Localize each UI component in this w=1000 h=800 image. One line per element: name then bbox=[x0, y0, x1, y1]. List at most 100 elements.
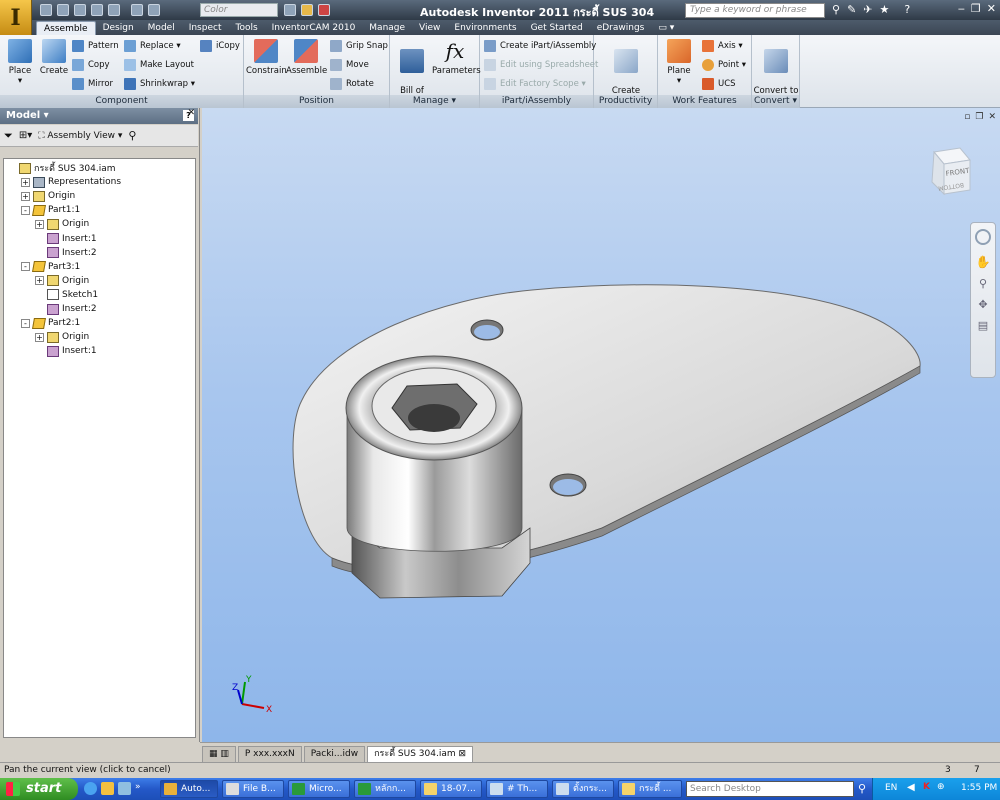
tree-node[interactable]: Sketch1 bbox=[35, 288, 98, 302]
tree-node[interactable]: - Part3:1 bbox=[21, 260, 80, 274]
application-menu-button[interactable]: I bbox=[0, 0, 32, 36]
mirror-button[interactable]: Mirror bbox=[72, 76, 113, 92]
orbit-icon[interactable]: ✥ bbox=[971, 298, 995, 311]
pan-icon[interactable]: ✋ bbox=[971, 255, 995, 269]
start-button[interactable]: start bbox=[0, 778, 78, 800]
close-icon[interactable]: ✕ bbox=[987, 2, 996, 15]
graphics-viewport[interactable]: ▫ ❐ ✕ FRONT BOTTOM ✋ ⚲ ✥ ▤ X Y Z bbox=[202, 108, 1000, 742]
media-icon[interactable] bbox=[118, 782, 131, 795]
shrinkwrap-button[interactable]: Shrinkwrap ▾ bbox=[124, 76, 195, 92]
tab-manage[interactable]: Manage bbox=[362, 21, 412, 35]
ucs-button[interactable]: UCS bbox=[702, 76, 736, 92]
taskbar-item-inventor[interactable]: Auto... bbox=[160, 780, 218, 798]
manage-panel-label[interactable]: Manage ▾ bbox=[390, 95, 479, 108]
tree-node[interactable]: + Origin bbox=[35, 274, 89, 288]
grip-snap-button[interactable]: Grip Snap bbox=[330, 38, 388, 54]
taskbar-item-folder-2[interactable]: กระดี้ ... bbox=[618, 780, 682, 798]
desktop-search-input[interactable]: Search Desktop bbox=[686, 781, 854, 797]
move-button[interactable]: Move bbox=[330, 57, 369, 73]
doc-tab-p-xxx[interactable]: P xxx.xxxN bbox=[237, 746, 302, 762]
rotate-button[interactable]: Rotate bbox=[330, 76, 374, 92]
desktop-search-icon[interactable]: ⚲ bbox=[858, 782, 866, 795]
restore-icon[interactable]: ❐ bbox=[971, 2, 981, 15]
tree-node[interactable]: Insert:1 bbox=[35, 232, 97, 246]
tab-view[interactable]: View bbox=[412, 21, 447, 35]
add-icon[interactable] bbox=[318, 3, 330, 16]
browser-close-icon[interactable]: ✕ bbox=[187, 108, 195, 118]
ie-icon[interactable] bbox=[84, 782, 97, 795]
edit-factory-scope-button[interactable]: Edit Factory Scope ▾ bbox=[484, 76, 586, 92]
model-canvas[interactable] bbox=[202, 108, 1000, 742]
replace-button[interactable]: Replace ▾ bbox=[124, 38, 181, 54]
tree-expander-icon[interactable]: + bbox=[35, 276, 44, 286]
help-icon[interactable]: ? bbox=[904, 3, 910, 16]
help-search-input[interactable]: Type a keyword or phrase bbox=[685, 3, 825, 18]
copy-button[interactable]: Copy bbox=[72, 57, 110, 73]
tray-expand-icon[interactable]: ◀ bbox=[907, 782, 915, 793]
tab-tools[interactable]: Tools bbox=[228, 21, 264, 35]
tab-design[interactable]: Design bbox=[96, 21, 141, 35]
undo-icon[interactable] bbox=[91, 3, 103, 16]
network-icon[interactable]: ⊕ bbox=[937, 782, 945, 792]
return-icon[interactable] bbox=[131, 3, 143, 16]
taskbar-item-file-browser[interactable]: File B... bbox=[222, 780, 284, 798]
tree-node[interactable]: - Part1:1 bbox=[21, 203, 80, 217]
redo-icon[interactable] bbox=[108, 3, 120, 16]
assemble-button[interactable]: Assemble bbox=[286, 39, 327, 76]
tab-environments[interactable]: Environments bbox=[447, 21, 523, 35]
antivirus-icon[interactable]: K bbox=[923, 782, 930, 792]
doc-tab-active-assembly[interactable]: กระดี้ SUS 304.iam ⊠ bbox=[367, 746, 474, 762]
tree-node[interactable]: Insert:2 bbox=[35, 246, 97, 260]
point-button[interactable]: Point ▾ bbox=[702, 57, 746, 73]
outlook-icon[interactable] bbox=[101, 782, 114, 795]
new-icon[interactable] bbox=[40, 3, 52, 16]
parameters-button[interactable]: fx Parameters bbox=[432, 39, 481, 76]
taskbar-item-excel-2[interactable]: หลักก... bbox=[354, 780, 416, 798]
fx-icon[interactable] bbox=[284, 3, 296, 16]
ribbon-options-icon[interactable]: ▭ ▾ bbox=[651, 21, 681, 35]
taskbar-item-excel[interactable]: Micro... bbox=[288, 780, 350, 798]
look-at-icon[interactable]: ▤ bbox=[971, 319, 995, 332]
doc-tab-packing[interactable]: Packi...idw bbox=[303, 746, 366, 762]
clock[interactable]: 1:55 PM bbox=[961, 783, 997, 793]
tab-assemble[interactable]: Assemble bbox=[36, 21, 96, 35]
tile-windows-icon[interactable]: ▦ ▥ bbox=[202, 746, 236, 762]
tree-node[interactable]: + Origin bbox=[21, 189, 75, 203]
select-icon[interactable] bbox=[148, 3, 160, 16]
icopy-button[interactable]: iCopy bbox=[200, 38, 240, 54]
tree-expander-icon[interactable]: + bbox=[21, 191, 30, 201]
tree-expander-icon[interactable]: - bbox=[21, 262, 30, 272]
constrain-button[interactable]: Constrain bbox=[246, 39, 287, 76]
place-button[interactable]: Place ▾ bbox=[4, 39, 36, 86]
search-binoculars-icon[interactable]: ⚲ bbox=[832, 3, 840, 16]
quick-launch-more-icon[interactable]: » bbox=[135, 782, 141, 795]
color-dropdown[interactable]: Color bbox=[200, 3, 278, 17]
tree-node[interactable]: Insert:1 bbox=[35, 344, 97, 358]
make-layout-button[interactable]: Make Layout bbox=[124, 57, 194, 73]
steering-wheel-icon[interactable] bbox=[975, 229, 991, 245]
tree-expander-icon[interactable]: + bbox=[21, 177, 30, 187]
tree-node[interactable]: + Origin bbox=[35, 217, 89, 231]
create-ipart-button[interactable]: Create iPart/iAssembly bbox=[484, 38, 596, 54]
wrench-icon[interactable]: ✎ bbox=[847, 3, 856, 16]
find-binoculars-icon[interactable]: ⚲ bbox=[128, 129, 136, 142]
tree-node[interactable]: Insert:2 bbox=[35, 302, 97, 316]
axis-button[interactable]: Axis ▾ bbox=[702, 38, 743, 54]
favorites-icon[interactable]: ★ bbox=[880, 3, 890, 16]
viewcube[interactable]: FRONT BOTTOM bbox=[924, 146, 972, 198]
language-indicator[interactable]: EN bbox=[885, 783, 897, 793]
tree-node[interactable]: กระดี้ SUS 304.iam bbox=[7, 161, 116, 175]
minimize-icon[interactable]: ‒ bbox=[958, 2, 965, 15]
hierarchy-icon[interactable]: ⊞▾ bbox=[19, 130, 32, 141]
convert-panel-label[interactable]: Convert ▾ bbox=[752, 95, 799, 108]
create-button[interactable]: Create bbox=[38, 39, 70, 76]
browser-header[interactable]: Model ▾ ? bbox=[0, 108, 198, 124]
tree-node[interactable]: + Origin bbox=[35, 330, 89, 344]
measure-icon[interactable] bbox=[301, 3, 313, 16]
open-icon[interactable] bbox=[57, 3, 69, 16]
doc-tab-close-icon[interactable]: ⊠ bbox=[458, 749, 466, 759]
tree-expander-icon[interactable]: + bbox=[35, 219, 44, 229]
filter-icon[interactable]: ⏷ bbox=[4, 129, 13, 143]
plane-button[interactable]: Plane ▾ bbox=[660, 39, 698, 86]
taskbar-item-thread[interactable]: # Th... bbox=[486, 780, 548, 798]
